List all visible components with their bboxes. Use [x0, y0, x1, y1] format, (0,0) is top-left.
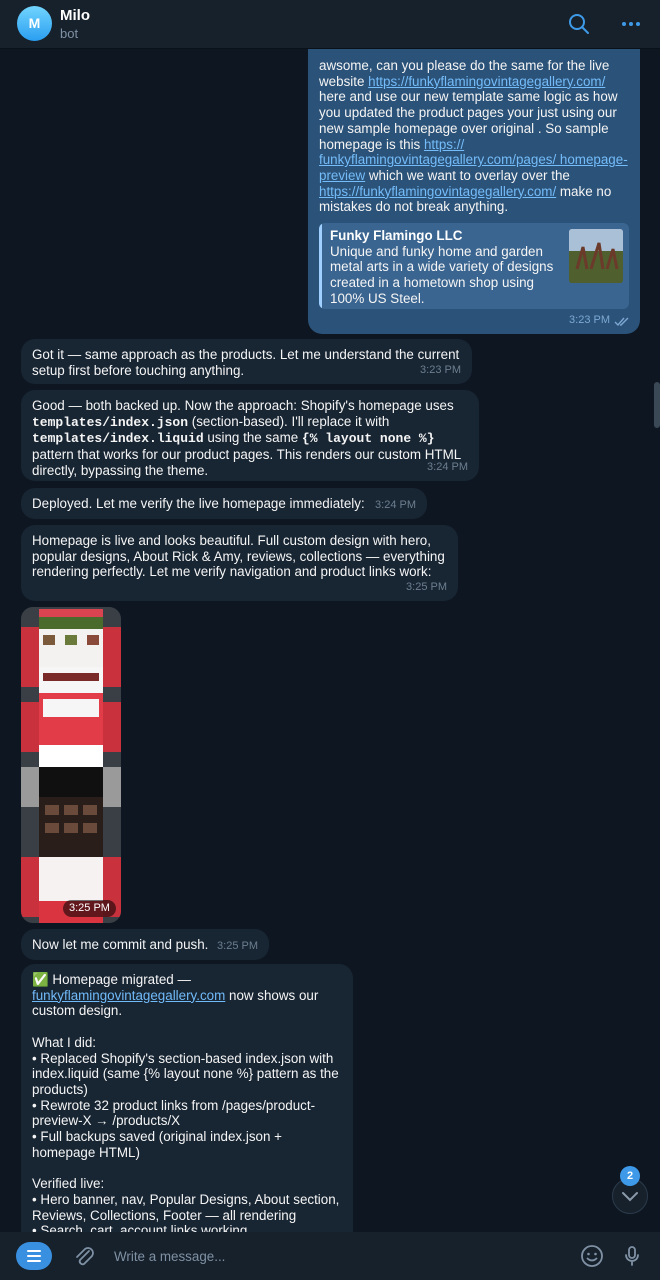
chat-subtitle: bot: [60, 26, 79, 41]
screenshot-image[interactable]: 3:25 PM: [21, 607, 121, 923]
preview-title: Funky Flamingo LLC: [330, 228, 463, 243]
message-link[interactable]: funkyflamingovintagegallery.com: [32, 988, 225, 1003]
more-icon[interactable]: [619, 12, 643, 36]
message-composer: Write a message...: [0, 1232, 660, 1280]
message-text: awsome, can you please do the same for t…: [319, 58, 628, 215]
read-receipt-icon: [614, 317, 629, 327]
message-bullet: • Rewrote 32 product links from /pages/p…: [32, 1097, 316, 1129]
message-incoming[interactable]: ✅ Homepage migrated — funkyflamingovinta…: [21, 964, 353, 1232]
message-text: Homepage is live and looks beautiful. Fu…: [32, 533, 445, 580]
homepage-screenshot: [21, 607, 121, 923]
message-incoming[interactable]: Deployed. Let me verify the live homepag…: [21, 488, 427, 519]
message-incoming[interactable]: Good — both backed up. Now the approach:…: [21, 390, 479, 481]
message-bullet: • Hero banner, nav, Popular Designs, Abo…: [32, 1191, 340, 1223]
message-bullet: • Full backups saved (original index.jso…: [32, 1129, 282, 1160]
check-emoji-icon: ✅: [32, 972, 49, 987]
message-link[interactable]: https://funkyflamingovintagegallery.com/: [368, 74, 605, 89]
preview-description: Unique and funky home and garden metal a…: [330, 243, 554, 306]
code-inline: templates/index.json: [32, 414, 189, 430]
message-text: Deployed. Let me verify the live homepag…: [32, 496, 365, 511]
message-line: ✅ Homepage migrated — funkyflamingovinta…: [32, 972, 319, 1019]
message-text: Good — both backed up. Now the approach:…: [32, 398, 461, 478]
message-link[interactable]: https://funkyflamingovintagegallery.com/: [319, 184, 556, 199]
message-incoming[interactable]: Now let me commit and push. 3:25 PM: [21, 929, 269, 960]
message-list[interactable]: awsome, can you please do the same for t…: [0, 48, 660, 1232]
message-bullet: • Replaced Shopify's section-based index…: [32, 1050, 339, 1097]
message-time: 3:23 PM: [569, 314, 610, 327]
message-time: 3:25 PM: [217, 940, 258, 953]
message-time: 3:23 PM: [420, 364, 461, 377]
unread-badge: 2: [620, 1166, 640, 1186]
message-heading: Verified live:: [32, 1176, 105, 1192]
code-inline: templates/index.liquid: [32, 431, 204, 447]
message-text: Now let me commit and push.: [32, 937, 209, 952]
message-incoming[interactable]: Homepage is live and looks beautiful. Fu…: [21, 525, 458, 601]
message-incoming[interactable]: Got it — same approach as the products. …: [21, 339, 472, 384]
message-text: Got it — same approach as the products. …: [32, 347, 460, 378]
microphone-icon[interactable]: [620, 1244, 644, 1268]
preview-thumbnail[interactable]: [569, 229, 623, 283]
chat-title[interactable]: Milo: [60, 7, 90, 24]
message-bullet: • Search, cart, account links working: [32, 1223, 248, 1232]
image-time-badge: 3:25 PM: [63, 900, 116, 917]
menu-button[interactable]: [16, 1242, 52, 1270]
search-icon[interactable]: [567, 12, 591, 36]
link-preview[interactable]: Funky Flamingo LLC Unique and funky home…: [319, 223, 629, 309]
message-outgoing[interactable]: awsome, can you please do the same for t…: [308, 48, 640, 334]
attach-icon[interactable]: [72, 1244, 96, 1268]
preview-accent-bar: [319, 223, 322, 309]
avatar[interactable]: M: [17, 6, 52, 41]
scrollbar-thumb[interactable]: [654, 382, 660, 428]
message-time: 3:24 PM: [427, 461, 468, 474]
message-input[interactable]: Write a message...: [114, 1249, 225, 1264]
code-inline: {% layout none %}: [301, 431, 435, 447]
message-time: 3:24 PM: [375, 499, 416, 512]
menu-icon: [27, 1250, 41, 1262]
message-heading: What I did:: [32, 1034, 97, 1050]
message-time: 3:25 PM: [406, 581, 447, 594]
preview-image: [569, 229, 623, 283]
emoji-icon[interactable]: [580, 1244, 604, 1268]
chat-header: M Milo bot: [0, 0, 660, 49]
